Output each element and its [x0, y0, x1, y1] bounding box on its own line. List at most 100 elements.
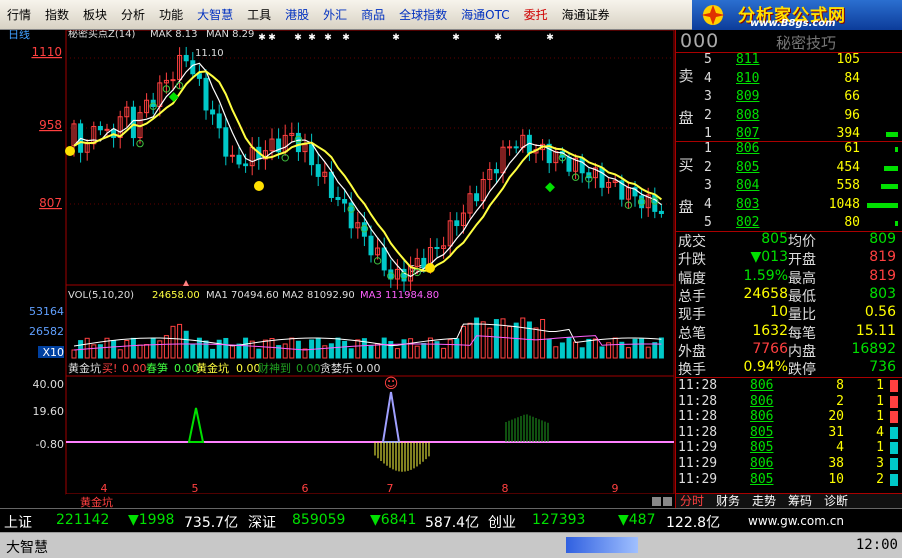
menu-item-4[interactable]: 功能 — [152, 0, 190, 30]
tick-count: 1 — [876, 378, 884, 393]
tick-count: 1 — [876, 440, 884, 456]
menu-item-5[interactable]: 大智慧 — [190, 0, 240, 30]
buy-price: 802 — [736, 215, 760, 230]
candle-body — [309, 144, 315, 166]
tab-golden-pit[interactable]: 黄金坑 — [80, 495, 113, 508]
menu-item-0[interactable]: 行情 — [0, 0, 38, 30]
scroll-right-button[interactable] — [663, 497, 672, 506]
volume-bar — [71, 349, 77, 359]
tick-volume: 38 — [828, 456, 844, 471]
candle-body — [335, 197, 341, 200]
quote-label: 每笔 — [788, 325, 816, 342]
volume-bar — [328, 343, 334, 359]
tick-dir-bar — [890, 395, 898, 408]
buy-volume-bar — [884, 165, 898, 171]
tick-time: 11:29 — [678, 456, 718, 471]
menu-item-10[interactable]: 全球指数 — [392, 0, 454, 30]
quote-value: 7766 — [752, 340, 788, 357]
volume-bar — [652, 342, 658, 359]
tick-time: 11:29 — [678, 471, 718, 487]
volume-bar — [414, 345, 420, 359]
menu-item-7[interactable]: 港股 — [278, 0, 316, 30]
candle-body — [229, 154, 235, 157]
sh-value: 221142 — [56, 512, 110, 528]
ind-legend-3: 春笋 — [146, 361, 168, 375]
ind-legend-4: 0.00 — [174, 362, 199, 375]
candle-body — [210, 109, 216, 115]
menu-item-11[interactable]: 海通OTC — [454, 0, 516, 30]
scroll-left-button[interactable] — [652, 497, 661, 506]
volume-bar — [130, 337, 136, 359]
tick-price: 806 — [750, 456, 774, 471]
sh-change: ▼1998 — [128, 512, 175, 528]
candle-body — [474, 193, 480, 202]
candle-body — [434, 246, 440, 249]
quote-tab-0[interactable]: 分时 — [680, 494, 704, 509]
tick-dir-bar — [890, 473, 898, 486]
candle-body — [328, 171, 334, 199]
quote-row: 外盘 7766 内盘 16892 — [676, 341, 902, 360]
volume-bar — [421, 342, 427, 359]
volume-bar — [639, 338, 645, 359]
quote-value: 15.11 — [855, 322, 896, 339]
menu-item-6[interactable]: 工具 — [240, 0, 278, 30]
menu-item-9[interactable]: 商品 — [354, 0, 392, 30]
ind-legend-5: 黄金坑 — [196, 361, 229, 375]
candle-body — [421, 257, 427, 269]
cy-amount: 122.8亿 — [666, 515, 721, 531]
vol-axis-label-0: 53164 — [29, 305, 64, 318]
diamond-marker — [545, 182, 555, 193]
buy-vol: 80 — [844, 215, 860, 230]
buy-row[interactable]: 1 806 61 — [698, 141, 898, 159]
volume-bar — [243, 337, 249, 359]
star-marker: ✱ — [294, 33, 302, 43]
candle-body — [203, 77, 209, 111]
volume-bar — [177, 323, 183, 359]
buy-row[interactable]: 2 805 454 — [698, 160, 898, 178]
sell-price: 810 — [736, 70, 760, 86]
candle-body — [658, 210, 664, 215]
quote-value: 1.59% — [743, 267, 788, 284]
quote-label: 开盘 — [788, 252, 816, 269]
quote-row: 升跌 ▼013 开盘 819 — [676, 249, 902, 268]
sell-row[interactable]: 4 810 84 — [698, 71, 898, 89]
quote-value: 0.56 — [864, 304, 896, 321]
buy-row[interactable]: 4 803 1048 — [698, 197, 898, 215]
volume-bar — [111, 340, 117, 359]
sell-vol: 66 — [844, 89, 860, 104]
quote-label: 量比 — [788, 307, 816, 324]
quote-row: 换手 0.94% 跌停 736 — [676, 359, 902, 378]
menu-item-2[interactable]: 板块 — [76, 0, 114, 30]
tick-time: 11:28 — [678, 409, 718, 425]
candle-body — [97, 125, 103, 131]
buy-volume-bar — [894, 147, 898, 152]
sell-row[interactable]: 3 809 66 — [698, 89, 898, 107]
menu-item-1[interactable]: 指数 — [38, 0, 76, 30]
kline-svg[interactable]: 日线秘密买点Z(14)MAK 8.13MAN 8.2911.106.511109… — [0, 30, 675, 508]
volume-bar — [658, 337, 664, 359]
quote-value: 1632 — [752, 322, 788, 339]
low-triangle-marker — [183, 280, 189, 286]
volume-bar — [507, 326, 513, 359]
tick-time: 11:28 — [678, 424, 718, 440]
volume-bar — [599, 346, 605, 359]
index-status-bar: 上证 221142 ▼1998 735.7亿 深证 859059 ▼6841 5… — [0, 508, 902, 532]
quote-tab-3[interactable]: 筹码 — [788, 494, 812, 509]
menu-item-8[interactable]: 外汇 — [316, 0, 354, 30]
quote-tab-4[interactable]: 诊断 — [824, 494, 848, 509]
menu-item-12[interactable]: 委托 — [517, 0, 555, 30]
buy-vol: 61 — [844, 141, 860, 156]
menu-item-3[interactable]: 分析 — [114, 0, 152, 30]
volume-bar — [520, 317, 526, 359]
sell-row[interactable]: 5 811 105 — [698, 52, 898, 70]
tick-time: 11:28 — [678, 378, 718, 393]
volume-bar — [408, 338, 414, 359]
quote-tab-1[interactable]: 财务 — [716, 494, 740, 509]
quote-tab-2[interactable]: 走势 — [752, 494, 776, 509]
kline-chart[interactable]: 日线秘密买点Z(14)MAK 8.13MAN 8.2911.106.511109… — [0, 30, 675, 508]
website-link[interactable]: www.gw.com.cn — [748, 514, 844, 528]
buy-row[interactable]: 3 804 558 — [698, 178, 898, 196]
menu-item-13[interactable]: 海通证券 — [555, 0, 617, 30]
sell-row[interactable]: 2 808 96 — [698, 108, 898, 126]
tick-row: 11:28 806 20 1 — [676, 409, 902, 424]
